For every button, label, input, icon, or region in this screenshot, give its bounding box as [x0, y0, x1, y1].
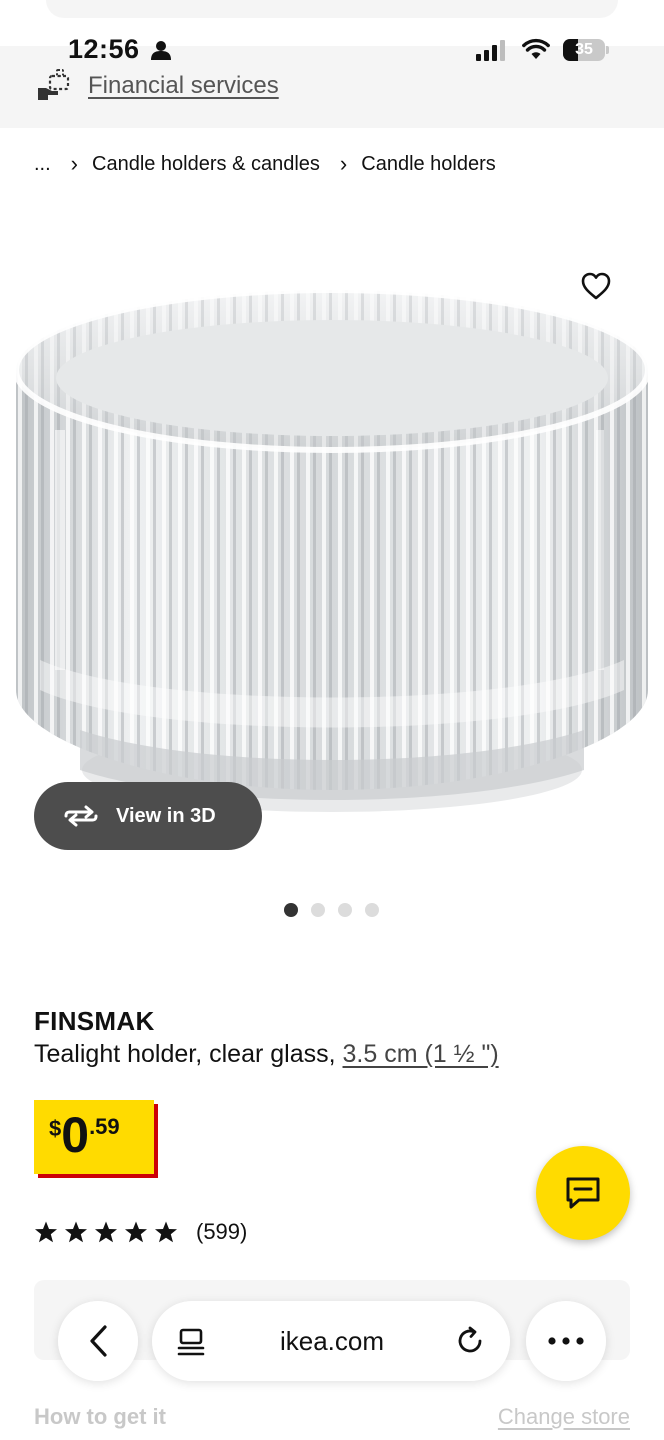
gallery-dot[interactable] — [365, 903, 379, 917]
rating-stars — [34, 1220, 184, 1244]
gallery-pagination-dots[interactable] — [284, 903, 379, 917]
browser-toolbar: ikea.com — [58, 1301, 606, 1383]
financial-services-link[interactable]: Financial services — [88, 72, 279, 100]
chat-button[interactable] — [536, 1146, 630, 1240]
financial-services-row[interactable]: Financial services — [36, 68, 279, 104]
gallery-dot[interactable] — [311, 903, 325, 917]
breadcrumb-separator: › — [70, 151, 78, 176]
star-icon — [35, 1221, 57, 1243]
star-icon — [155, 1221, 177, 1243]
breadcrumb-ellipsis[interactable]: ... — [34, 153, 51, 176]
rotate-3d-icon — [64, 805, 98, 827]
battery-tip — [606, 46, 609, 54]
browser-more-button[interactable] — [526, 1301, 606, 1381]
breadcrumb-candle-holders[interactable]: Candle holders — [361, 153, 496, 176]
price-tag: $ 0 .59 — [34, 1100, 158, 1178]
price-box: $ 0 .59 — [34, 1100, 154, 1174]
wifi-icon — [522, 38, 550, 59]
status-bar: 12:56 35 — [0, 30, 664, 70]
star-icon — [125, 1221, 147, 1243]
status-time: 12:56 — [68, 34, 140, 64]
battery-level: 35 — [575, 41, 593, 58]
product-description: Tealight holder, clear glass, 3.5 cm (1 … — [34, 1040, 499, 1069]
breadcrumb-candle-holders-and-candles[interactable]: Candle holders & candles — [92, 153, 320, 176]
battery-indicator: 35 — [563, 39, 609, 61]
add-to-favourites-button[interactable] — [576, 266, 616, 306]
payment-hand-icon — [38, 69, 70, 100]
address-bar-url[interactable]: ikea.com — [232, 1301, 432, 1381]
price-decimal: .59 — [89, 1114, 120, 1139]
change-store-link[interactable]: Change store — [498, 1404, 630, 1430]
gallery-dot[interactable] — [284, 903, 298, 917]
chat-bubble-icon — [566, 1177, 600, 1209]
price-currency: $ — [49, 1116, 62, 1141]
gallery-dot[interactable] — [338, 903, 352, 917]
product-description-text: Tealight holder, clear glass, — [34, 1040, 343, 1068]
star-icon — [95, 1221, 117, 1243]
product-name: FINSMAK — [34, 1006, 155, 1036]
view-in-3d-label: View in 3D — [116, 804, 216, 827]
top-sheet-edge — [46, 0, 618, 18]
reload-icon[interactable] — [454, 1325, 486, 1357]
how-to-get-it-heading: How to get it — [34, 1404, 166, 1429]
cellular-signal-icon — [476, 40, 505, 61]
view-in-3d-button[interactable]: View in 3D — [34, 782, 262, 850]
heart-icon — [581, 272, 611, 300]
price-integer: 0 — [61, 1107, 90, 1163]
battery-icon: 35 — [563, 39, 605, 61]
chevron-left-icon — [90, 1325, 107, 1357]
browser-back-button[interactable] — [58, 1301, 138, 1381]
breadcrumb: ... › Candle holders & candles › Candle … — [34, 148, 496, 180]
product-size-link[interactable]: 3.5 cm (1 ½ ") — [343, 1040, 499, 1068]
breadcrumb-separator: › — [339, 151, 348, 176]
page-menu-icon[interactable] — [176, 1327, 206, 1357]
product-rating[interactable]: (599) — [34, 1214, 247, 1250]
person-icon — [151, 41, 171, 60]
how-to-get-it-row: How to get it Change store — [34, 1402, 630, 1436]
star-icon — [65, 1221, 87, 1243]
address-bar[interactable]: ikea.com — [152, 1301, 510, 1381]
rating-count[interactable]: (599) — [196, 1219, 247, 1245]
product-image-tealight-holder[interactable] — [0, 270, 664, 840]
more-horizontal-icon — [548, 1337, 584, 1345]
